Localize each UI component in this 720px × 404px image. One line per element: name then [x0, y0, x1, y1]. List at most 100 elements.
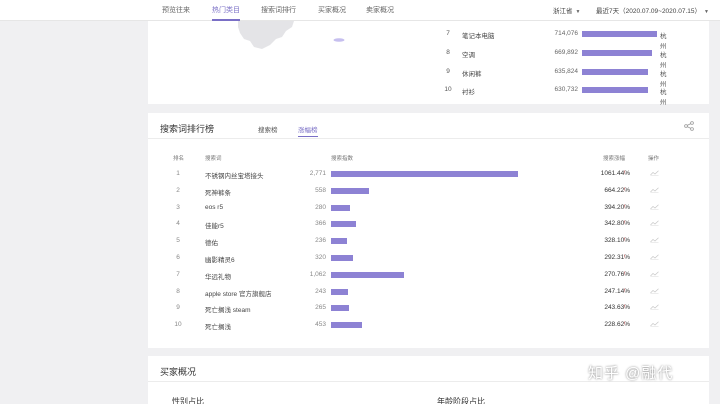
trend-icon[interactable]	[650, 220, 659, 227]
region-city: 杭州	[660, 89, 667, 106]
trend-icon[interactable]	[650, 187, 659, 193]
row-keyword[interactable]: 德佑	[205, 237, 218, 247]
tab-search-rank[interactable]: 搜索榜	[258, 124, 278, 137]
col-header-keyword: 搜索词	[205, 156, 222, 162]
age-ratio-label: 年龄阶段占比	[437, 397, 485, 404]
nav-item-search-ranking[interactable]: 搜索词排行	[261, 5, 296, 21]
card-title: 搜索词排行榜	[160, 124, 215, 134]
region-bar	[582, 87, 648, 93]
date-range-label: 最近7天（2020.07.09~2020.07.15）	[596, 8, 701, 15]
table-row: 6 幽影精灵6 320 292.31% ↑	[148, 254, 709, 270]
region-bar	[582, 69, 649, 75]
region-bar	[582, 50, 653, 56]
trend-icon[interactable]	[650, 321, 659, 328]
row-index-value: 265	[315, 304, 326, 312]
trend-icon[interactable]	[650, 304, 659, 311]
arrow-up-icon: ↑	[623, 321, 626, 328]
table-row: 2 死神裤条 558 664.22% ↑	[148, 187, 709, 203]
nav-item-buyer-overview[interactable]: 买家概况	[318, 5, 346, 21]
row-index-bar	[331, 171, 518, 177]
region-name: 休闲裤	[462, 71, 482, 78]
gender-ratio-label: 性别占比	[172, 397, 204, 404]
col-header-operation: 操作	[648, 156, 660, 162]
region-name: 笔记本电脑	[462, 33, 495, 40]
region-value: 630,732	[554, 86, 579, 93]
region-name: 衬衫	[462, 89, 475, 96]
map-highlight-shape	[333, 38, 345, 42]
arrow-up-icon: ↑	[623, 254, 626, 260]
trend-icon[interactable]	[650, 288, 659, 294]
row-keyword[interactable]: 幽影精灵6	[205, 254, 235, 264]
region-select[interactable]: 浙江省 ▼	[553, 5, 580, 15]
row-index-value: 320	[315, 254, 326, 261]
row-keyword[interactable]: 华远礼物	[205, 271, 231, 281]
row-index-bar	[331, 204, 351, 211]
region-rank: 10	[444, 86, 452, 93]
region-value: 669,892	[554, 49, 579, 56]
row-keyword[interactable]: 死神裤条	[205, 187, 231, 197]
arrow-up-icon: ↑	[623, 220, 626, 227]
table-row: 3 eos r5 280 394.20% ↑	[148, 204, 709, 220]
row-index-value: 280	[315, 203, 326, 211]
region-rank: 9	[446, 68, 450, 75]
region-name: 空调	[462, 52, 475, 59]
row-index-bar	[331, 271, 404, 278]
region-rank: 7	[446, 30, 450, 37]
trend-icon[interactable]	[650, 254, 659, 260]
table-row: 9 死亡搁浅 steam 265 243.63% ↑	[148, 304, 709, 320]
row-index-value: 453	[315, 321, 326, 329]
arrow-up-icon: ↑	[623, 270, 626, 277]
table-row: 4 佳能r5 366 342.80% ↑	[148, 220, 709, 236]
row-index-bar	[331, 238, 348, 245]
region-value: 635,824	[554, 68, 579, 75]
region-value: 714,076	[554, 30, 579, 37]
trend-icon[interactable]	[650, 170, 659, 176]
tab-growth-rank[interactable]: 涨幅榜	[298, 124, 318, 137]
table-row: 8 apple store 官方旗舰店 243 247.14% ↑	[148, 288, 709, 304]
trend-icon[interactable]	[650, 271, 659, 277]
table-row: 7 华远礼物 1,062 270.76% ↑	[148, 271, 709, 287]
card-title: 买家概况	[160, 367, 197, 377]
row-rank: 3	[176, 203, 180, 211]
col-header-index: 搜索指数	[331, 156, 354, 162]
share-icon[interactable]	[684, 121, 694, 131]
col-header-rank: 排名	[173, 156, 185, 162]
row-rank: 5	[176, 237, 180, 245]
row-index-bar	[331, 288, 348, 295]
arrow-up-icon: ↑	[623, 170, 626, 176]
row-rank: 8	[176, 287, 180, 295]
table-row: 5 德佑 236 328.10% ↑	[148, 237, 709, 253]
region-select-label: 浙江省	[553, 8, 573, 15]
row-keyword[interactable]: eos r5	[205, 204, 223, 211]
row-index-value: 1,062	[309, 270, 326, 278]
row-keyword[interactable]: 佳能r5	[205, 220, 224, 230]
row-index-bar	[331, 255, 354, 261]
divider	[148, 138, 709, 139]
row-keyword[interactable]: 死亡搁浅	[205, 321, 231, 331]
region-card: 7 笔记本电脑 714,076 杭州 8 空调 669,892 杭州 9 休闲裤…	[148, 21, 709, 106]
date-range-select[interactable]: 最近7天（2020.07.09~2020.07.15） ▼	[596, 5, 709, 15]
row-keyword[interactable]: 死亡搁浅 steam	[205, 304, 251, 314]
search-ranking-card: 搜索词排行榜 搜索榜 涨幅榜 排名 搜索词 搜索指数 搜索涨幅 操作 1 不锈钢内…	[148, 113, 709, 348]
trend-icon[interactable]	[650, 204, 659, 210]
region-city: 杭州	[660, 33, 667, 50]
row-index-value: 558	[315, 186, 326, 194]
map-region-shape[interactable]	[236, 21, 296, 51]
nav-item-hot-category[interactable]: 热门类目	[212, 5, 240, 21]
arrow-up-icon: ↑	[623, 186, 626, 193]
row-rank: 6	[176, 254, 180, 261]
region-city: 杭州	[660, 52, 667, 69]
nav-item-seller-overview[interactable]: 卖家概况	[366, 5, 394, 21]
nav-item-overview[interactable]: 预览往来	[162, 5, 190, 21]
row-keyword[interactable]: 不锈钢内丝宝塔接头	[205, 170, 264, 180]
arrow-up-icon: ↑	[623, 237, 626, 244]
arrow-up-icon: ↑	[623, 304, 626, 311]
row-index-value: 2,771	[309, 170, 326, 177]
chevron-down-icon: ▼	[703, 9, 709, 15]
row-keyword[interactable]: apple store 官方旗舰店	[205, 288, 271, 298]
trend-icon[interactable]	[650, 237, 659, 244]
row-rank: 4	[176, 220, 180, 228]
row-index-value: 243	[315, 287, 326, 295]
row-index-bar	[331, 187, 370, 194]
row-rank: 9	[176, 304, 180, 312]
